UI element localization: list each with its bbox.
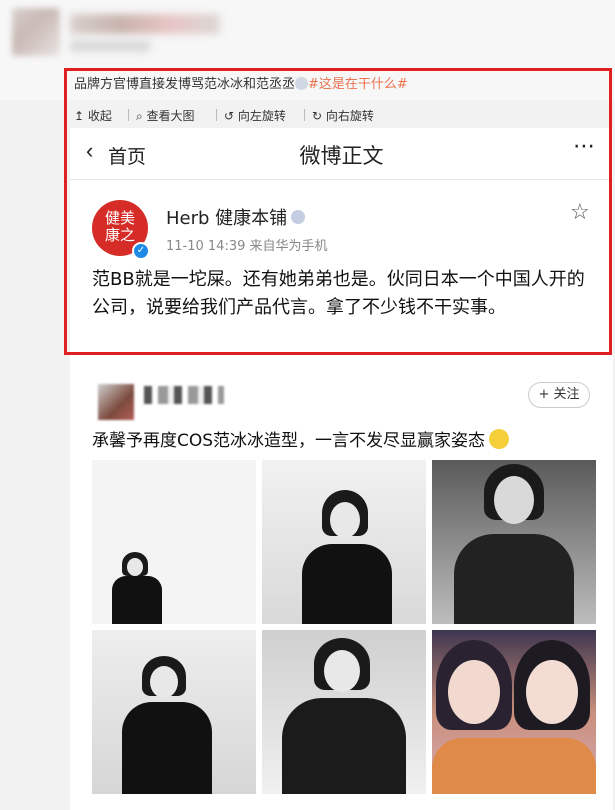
photo-thumbnail[interactable] (432, 630, 596, 794)
photo-thumbnail[interactable] (262, 630, 426, 794)
post-meta: 11-10 14:39 来自华为手机 (166, 239, 328, 254)
blurred-meta (70, 40, 150, 52)
figure-shape (122, 702, 212, 794)
image-toolbar: ↥ 收起 ⌕ 查看大图 ↺ 向左旋转 ↻ 向右旋转 (70, 104, 613, 128)
figure-shape (282, 698, 406, 794)
original-post-header: 品牌方官博直接发博骂范冰冰和范丞丞 #这是在干什么# (0, 0, 615, 100)
verified-icon: ✓ (132, 242, 150, 260)
figure-shape (302, 544, 392, 624)
weibo-post: 健美 康之 ✓ Herb 健康本铺 11-10 14:39 来自华为手机 ☆ 范… (70, 180, 613, 358)
page-title: 微博正文 (299, 144, 384, 168)
face-shape (494, 476, 534, 524)
rotate-left-button[interactable]: ↺ 向左旋转 (224, 107, 286, 124)
more-icon[interactable]: ⋯ (573, 134, 597, 159)
follow-button[interactable]: + 关注 (528, 382, 590, 408)
star-icon[interactable]: ☆ (570, 200, 590, 225)
author-name[interactable]: Herb 健康本铺 (166, 204, 306, 230)
blurred-avatar (12, 8, 60, 56)
figure-shape (112, 576, 162, 624)
member-badge-icon (291, 210, 306, 224)
original-post-text: 品牌方官博直接发博骂范冰冰和范丞丞 #这是在干什么# (74, 73, 408, 92)
face-shape (526, 660, 578, 724)
face-shape (330, 502, 360, 538)
face-shape (448, 660, 500, 724)
feed-post: + 关注 承馨予再度COS范冰冰造型，一言不发尽显赢家姿态 (70, 362, 613, 810)
blurred-username (70, 14, 220, 34)
photo-thumbnail[interactable] (92, 460, 256, 624)
avatar-text-line1: 健美 (104, 209, 135, 227)
divider (304, 109, 305, 121)
smile-emoji-icon (489, 429, 510, 449)
author-name-text: Herb 健康本铺 (166, 208, 288, 229)
face-shape (324, 650, 360, 692)
post-content: 范BB就是一坨屎。还有她弟弟也是。伙同日本一个中国人开的公司，说要给我们产品代言… (92, 269, 585, 318)
rotate-right-button[interactable]: ↻ 向右旋转 (312, 107, 374, 124)
face-shape (127, 558, 143, 576)
hashtag-link[interactable]: #这是在干什么# (308, 77, 408, 92)
photo-thumbnail[interactable] (432, 460, 596, 624)
avatar[interactable] (98, 384, 134, 420)
blurred-username (144, 386, 224, 404)
emoji-icon (295, 77, 309, 90)
photo-thumbnail[interactable] (262, 460, 426, 624)
post-text-prefix: 品牌方官博直接发博骂范冰冰和范丞丞 (74, 77, 296, 92)
face-shape (150, 666, 178, 698)
photo-thumbnail[interactable] (92, 630, 256, 794)
divider (216, 109, 217, 121)
figure-shape (432, 738, 596, 794)
nav-bar: ‹ 首页 微博正文 ⋯ (70, 128, 613, 180)
feed-text-content: 承馨予再度COS范冰冰造型，一言不发尽显赢家姿态 (92, 431, 486, 451)
collapse-button[interactable]: ↥ 收起 (74, 107, 112, 124)
figure-shape (454, 534, 574, 624)
feed-text: 承馨予再度COS范冰冰造型，一言不发尽显赢家姿态 (92, 426, 510, 451)
view-large-button[interactable]: ⌕ 查看大图 (136, 107, 195, 124)
divider (128, 109, 129, 121)
